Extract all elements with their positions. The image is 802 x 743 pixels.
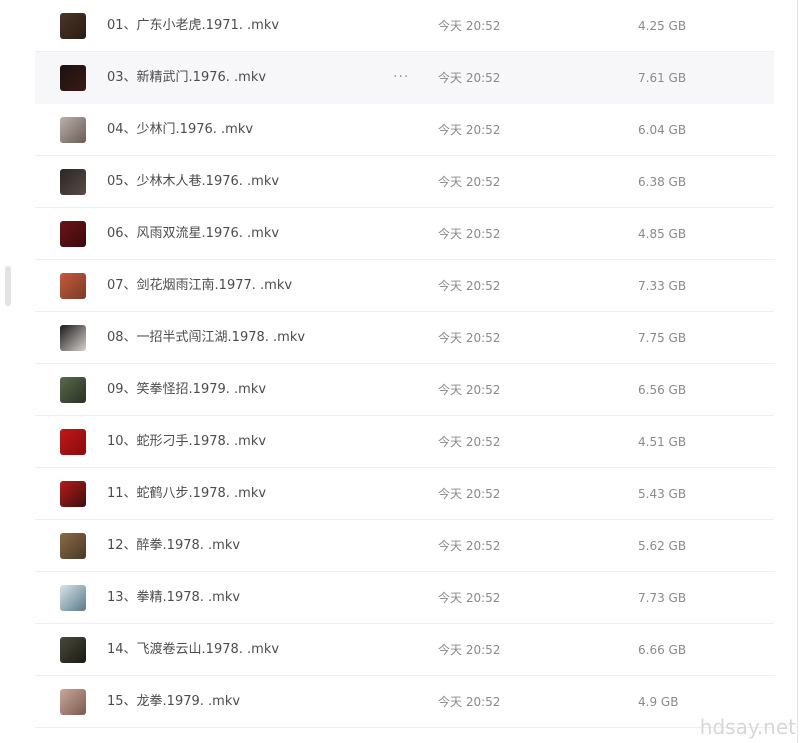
modified-time: 今天 20:52 (438, 383, 501, 397)
file-size: 7.33 GB (638, 279, 687, 293)
file-name[interactable]: 09、笑拳怪招.1979. .mkv (107, 364, 266, 416)
file-size: 7.73 GB (638, 591, 687, 605)
file-row[interactable]: 05、少林木人巷.1976. .mkv 今天 20:52 6.38 GB (35, 156, 774, 208)
file-name[interactable]: 05、少林木人巷.1976. .mkv (107, 156, 279, 208)
file-name[interactable]: 12、醉拳.1978. .mkv (107, 520, 240, 572)
file-name[interactable]: 04、少林门.1976. .mkv (107, 104, 253, 156)
file-size: 4.51 GB (638, 435, 687, 449)
video-thumbnail (60, 429, 86, 455)
file-name[interactable]: 07、剑花烟雨江南.1977. .mkv (107, 260, 292, 312)
file-size: 6.66 GB (638, 643, 687, 657)
file-name[interactable]: 08、一招半式闯江湖.1978. .mkv (107, 312, 305, 364)
file-row[interactable]: 04、少林门.1976. .mkv 今天 20:52 6.04 GB (35, 104, 774, 156)
file-row[interactable]: 08、一招半式闯江湖.1978. .mkv 今天 20:52 7.75 GB (35, 312, 774, 364)
file-row[interactable]: 01、广东小老虎.1971. .mkv 今天 20:52 4.25 GB (35, 0, 774, 52)
file-name[interactable]: 10、蛇形刁手.1978. .mkv (107, 416, 266, 468)
video-thumbnail (60, 325, 86, 351)
modified-time: 今天 20:52 (438, 123, 501, 137)
video-thumbnail (60, 377, 86, 403)
file-row[interactable]: 15、龙拳.1979. .mkv 今天 20:52 4.9 GB (35, 676, 774, 728)
file-row[interactable]: 07、剑花烟雨江南.1977. .mkv 今天 20:52 7.33 GB (35, 260, 774, 312)
video-thumbnail (60, 65, 86, 91)
file-row[interactable]: 11、蛇鹤八步.1978. .mkv 今天 20:52 5.43 GB (35, 468, 774, 520)
modified-time: 今天 20:52 (438, 279, 501, 293)
video-thumbnail (60, 273, 86, 299)
file-name[interactable]: 14、飞渡卷云山.1978. .mkv (107, 624, 279, 676)
file-name[interactable]: 11、蛇鹤八步.1978. .mkv (107, 468, 266, 520)
video-thumbnail (60, 481, 86, 507)
file-name[interactable]: 03、新精武门.1976. .mkv (107, 52, 266, 104)
modified-time: 今天 20:52 (438, 19, 501, 33)
file-size: 6.38 GB (638, 175, 687, 189)
file-size: 7.61 GB (638, 71, 687, 85)
file-row[interactable]: 14、飞渡卷云山.1978. .mkv 今天 20:52 6.66 GB (35, 624, 774, 676)
file-size: 6.04 GB (638, 123, 687, 137)
file-row[interactable]: 03、新精武门.1976. .mkv ··· 今天 20:52 7.61 GB (35, 52, 774, 104)
file-name[interactable]: 13、拳精.1978. .mkv (107, 572, 240, 624)
modified-time: 今天 20:52 (438, 539, 501, 553)
video-thumbnail (60, 169, 86, 195)
panel-border (797, 0, 798, 743)
file-name[interactable]: 06、风雨双流星.1976. .mkv (107, 208, 279, 260)
file-row[interactable]: 12、醉拳.1978. .mkv 今天 20:52 5.62 GB (35, 520, 774, 572)
modified-time: 今天 20:52 (438, 71, 501, 85)
modified-time: 今天 20:52 (438, 331, 501, 345)
more-options-icon[interactable]: ··· (393, 52, 409, 102)
modified-time: 今天 20:52 (438, 487, 501, 501)
file-size: 5.43 GB (638, 487, 687, 501)
modified-time: 今天 20:52 (438, 227, 501, 241)
file-list: 01、广东小老虎.1971. .mkv 今天 20:52 4.25 GB 03、新精武… (35, 0, 774, 728)
modified-time: 今天 20:52 (438, 435, 501, 449)
video-thumbnail (60, 637, 86, 663)
file-size: 6.56 GB (638, 383, 687, 397)
video-thumbnail (60, 13, 86, 39)
modified-time: 今天 20:52 (438, 643, 501, 657)
file-row[interactable]: 13、拳精.1978. .mkv 今天 20:52 7.73 GB (35, 572, 774, 624)
file-size: 5.62 GB (638, 539, 687, 553)
file-row[interactable]: 09、笑拳怪招.1979. .mkv 今天 20:52 6.56 GB (35, 364, 774, 416)
modified-time: 今天 20:52 (438, 175, 501, 189)
video-thumbnail (60, 585, 86, 611)
watermark: hdsay.net (699, 715, 796, 739)
video-thumbnail (60, 533, 86, 559)
file-name[interactable]: 01、广东小老虎.1971. .mkv (107, 0, 279, 52)
modified-time: 今天 20:52 (438, 695, 501, 709)
video-thumbnail (60, 221, 86, 247)
video-thumbnail (60, 117, 86, 143)
file-row[interactable]: 10、蛇形刁手.1978. .mkv 今天 20:52 4.51 GB (35, 416, 774, 468)
file-name[interactable]: 15、龙拳.1979. .mkv (107, 676, 240, 728)
file-size: 4.9 GB (638, 695, 679, 709)
file-browser: 01、广东小老虎.1971. .mkv 今天 20:52 4.25 GB 03、新精武… (0, 0, 802, 743)
file-row[interactable]: 06、风雨双流星.1976. .mkv 今天 20:52 4.85 GB (35, 208, 774, 260)
file-size: 4.85 GB (638, 227, 687, 241)
file-size: 4.25 GB (638, 19, 687, 33)
file-size: 7.75 GB (638, 331, 687, 345)
modified-time: 今天 20:52 (438, 591, 501, 605)
video-thumbnail (60, 689, 86, 715)
scroll-handle[interactable] (5, 266, 11, 306)
